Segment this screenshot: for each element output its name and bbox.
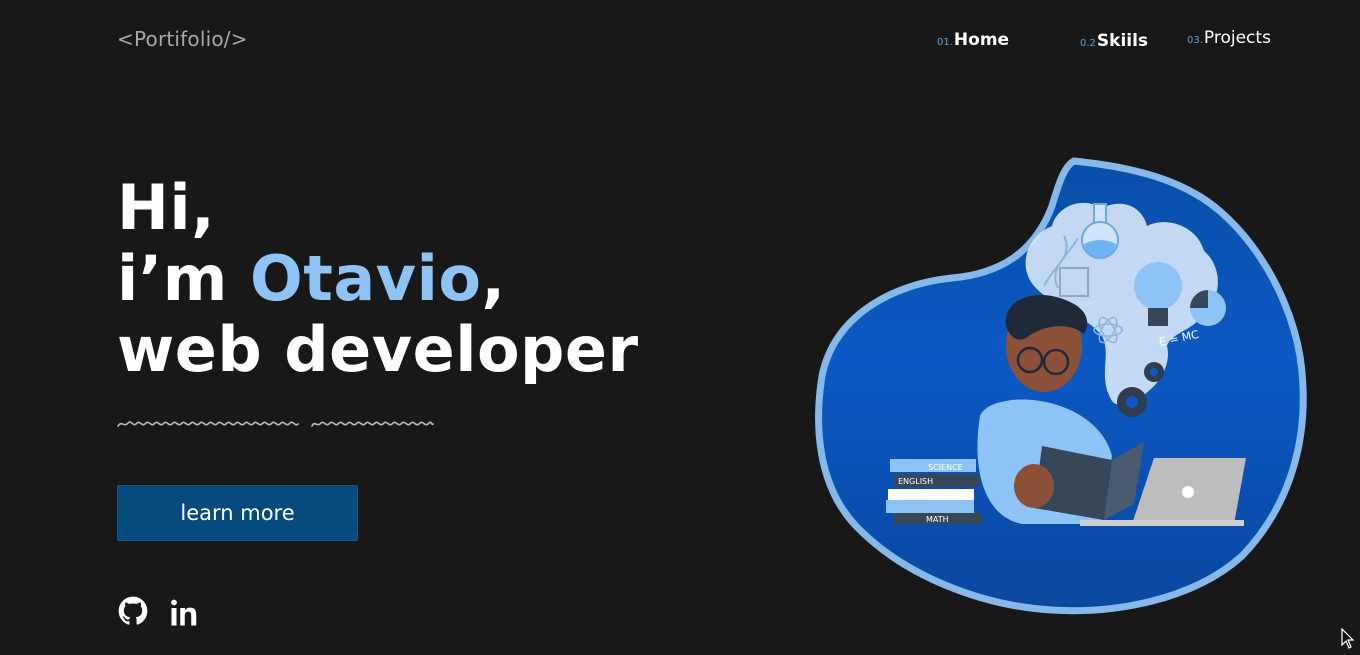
book-stack: SCIENCE ENGLISH MATH xyxy=(886,459,982,524)
hero-heading: Hi, i’m Otavio, web developer xyxy=(117,172,639,385)
book-math-label: MATH xyxy=(926,515,949,524)
small-gear-icon xyxy=(1144,362,1164,382)
nav-skills-label: Skiils xyxy=(1096,31,1149,51)
gear-icon xyxy=(1117,387,1147,417)
nav-home[interactable]: 01. Home xyxy=(937,30,1009,50)
linkedin-icon[interactable] xyxy=(169,598,199,628)
mouse-cursor-icon xyxy=(1341,628,1355,649)
book-english-label: ENGLISH xyxy=(898,477,933,486)
book-science-label: SCIENCE xyxy=(928,463,963,472)
github-icon[interactable] xyxy=(118,596,148,626)
nav-skills[interactable]: 0.2 Skiils xyxy=(1080,31,1148,51)
hero-intro-suffix: , xyxy=(481,242,506,315)
developer-illustration: E = MC SCIENCE ENGLISH MATH xyxy=(815,157,1307,615)
nav-projects-label: Projects xyxy=(1203,28,1271,48)
nav-home-number: 01. xyxy=(937,37,953,48)
nav-projects-number: 03. xyxy=(1187,35,1203,46)
hero-role: web developer xyxy=(117,313,639,386)
hero-name: Otavio xyxy=(250,242,482,315)
nav-projects[interactable]: 03. Projects xyxy=(1187,28,1271,48)
site-logo[interactable]: <Portifolio/> xyxy=(117,27,248,51)
portfolio-page: <Portifolio/> 01. Home 0.2 Skiils 03. Pr… xyxy=(0,0,1360,655)
pie-chart-icon xyxy=(1190,290,1226,326)
nav-home-label: Home xyxy=(953,30,1010,50)
hero-intro-prefix: i’m xyxy=(117,242,250,315)
nav-skills-number: 0.2 xyxy=(1080,38,1096,49)
learn-more-button[interactable]: learn more xyxy=(117,485,358,541)
signature-squiggle xyxy=(117,421,434,427)
hero-greeting: Hi, xyxy=(117,171,216,244)
